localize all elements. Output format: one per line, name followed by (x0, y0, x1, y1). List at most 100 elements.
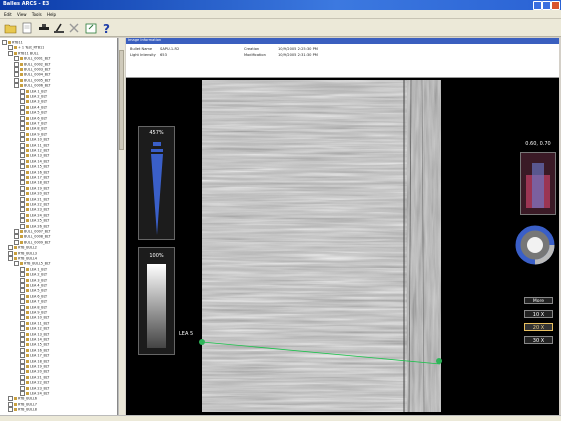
tree-expander-icon[interactable] (20, 369, 25, 375)
tree-expander-icon[interactable] (20, 358, 25, 364)
tree-item[interactable]: LEA 17_BLT (20, 353, 49, 359)
tree-item[interactable]: LEA 2_BLT (20, 94, 47, 99)
tree-item[interactable]: BULL_0009_BLT (14, 239, 50, 245)
tree-expander-icon[interactable] (20, 121, 25, 126)
tree-item[interactable]: LEA 8_BLT (20, 126, 47, 132)
tree-expander-icon[interactable] (20, 293, 25, 299)
tree-item[interactable]: LEA 6_BLT (20, 115, 47, 121)
tree-item[interactable]: LEA 15_BLT (20, 342, 49, 348)
tree-expander-icon[interactable] (8, 50, 13, 56)
range-box[interactable] (520, 152, 556, 215)
tree-expander-icon[interactable] (20, 223, 25, 229)
tree-item[interactable]: LEA 13_BLT (20, 153, 49, 159)
tree-expander-icon[interactable] (20, 347, 25, 353)
tree-item[interactable]: RTB_BULL5_BLT (14, 261, 50, 267)
tree-expander-icon[interactable] (20, 88, 25, 94)
tree-item[interactable]: LEA 3_BLT (20, 99, 47, 105)
tree-expander-icon[interactable] (20, 391, 25, 396)
tree-expander-icon[interactable] (20, 153, 25, 159)
help-icon[interactable]: ? (99, 21, 113, 35)
stamp-icon[interactable] (37, 21, 51, 35)
menu-tools[interactable]: Tools (32, 12, 42, 17)
tree-item[interactable]: RTB_BULL4 (8, 256, 37, 261)
rotation-dial[interactable] (515, 225, 555, 265)
tree-item[interactable]: LEA 24_BLT (20, 391, 49, 396)
tree-item[interactable]: LEA 4_BLT (20, 283, 47, 288)
tree-item[interactable]: LEA 3_BLT (20, 277, 47, 283)
tree-item[interactable]: RTB_BULL6 (8, 396, 37, 402)
tree-scrollbar-thumb[interactable] (119, 50, 124, 150)
tree-item[interactable]: LEA 18_BLT (20, 180, 49, 186)
tree-expander-icon[interactable] (8, 256, 13, 261)
tree-expander-icon[interactable] (20, 158, 25, 164)
tree-item[interactable]: LEA 19_BLT (20, 364, 49, 369)
tree-expander-icon[interactable] (20, 148, 25, 153)
tree-expander-icon[interactable] (20, 191, 25, 197)
tree-expander-icon[interactable] (14, 229, 19, 234)
tree-item[interactable]: LEA 13_BLT (20, 331, 49, 337)
tree-item[interactable]: RTB11 BULL (8, 50, 38, 56)
tree-item[interactable]: LEA 21_BLT (20, 374, 49, 380)
tree-expander-icon[interactable] (20, 196, 25, 202)
tree-item[interactable]: LEA 7_BLT (20, 121, 47, 126)
tree-expander-icon[interactable] (20, 315, 25, 321)
tree-item[interactable]: LEA 15_BLT (20, 164, 49, 170)
tool-icon[interactable] (52, 21, 66, 35)
tree-expander-icon[interactable] (20, 126, 25, 132)
tree-item[interactable]: LEA 21_BLT (20, 196, 49, 202)
tree-item[interactable]: LEA 14_BLT (20, 158, 49, 164)
tree-item[interactable]: BULL_0006_BLT (14, 83, 50, 89)
tree-expander-icon[interactable] (20, 326, 25, 332)
profile-end-marker[interactable] (436, 358, 442, 364)
tree-item[interactable]: RTB_BULL7 (8, 401, 37, 407)
menu-help[interactable]: Help (47, 12, 56, 17)
new-document-icon[interactable] (20, 21, 34, 35)
tree-item[interactable]: LEA 11_BLT (20, 142, 49, 148)
bullet-scan-image[interactable] (202, 80, 441, 412)
tree-expander-icon[interactable] (2, 40, 7, 45)
zoom-20x-button[interactable]: 20 X (524, 323, 553, 331)
tree-expander-icon[interactable] (20, 164, 25, 170)
tree-item[interactable]: BULL_0003_BLT (14, 67, 50, 72)
tree-item[interactable]: LEA 9_BLT (20, 131, 47, 137)
tree-expander-icon[interactable] (20, 212, 25, 218)
tree-expander-icon[interactable] (14, 261, 19, 267)
tree-item[interactable]: LEA 14_BLT (20, 337, 49, 342)
tree-expander-icon[interactable] (14, 72, 19, 78)
tree-item[interactable]: LEA 10_BLT (20, 137, 49, 143)
tree-item[interactable]: LEA 24_BLT (20, 212, 49, 218)
tree-expander-icon[interactable] (20, 110, 25, 116)
tree-item[interactable]: BULL_0002_BLT (14, 61, 50, 67)
tree-item[interactable]: LEA 8_BLT (20, 304, 47, 310)
tree-expander-icon[interactable] (20, 304, 25, 310)
tree-item[interactable]: LEA 5_BLT (20, 110, 47, 116)
tree-expander-icon[interactable] (14, 61, 19, 67)
tree-item[interactable]: LEA 19_BLT (20, 185, 49, 191)
menu-edit[interactable]: Edit (4, 12, 12, 17)
tree-item[interactable]: LEA 11_BLT (20, 320, 49, 326)
tree-item[interactable]: BULL_0004_BLT (14, 72, 50, 78)
tree-item[interactable]: LEA 1_BLT (20, 88, 47, 94)
tree-expander-icon[interactable] (20, 142, 25, 148)
tree-expander-icon[interactable] (14, 239, 19, 245)
tree-item[interactable]: LEA 1_BLT (20, 266, 47, 272)
tree-expander-icon[interactable] (8, 401, 13, 407)
tree-expander-icon[interactable] (8, 45, 13, 51)
tree-expander-icon[interactable] (20, 137, 25, 143)
tree-item[interactable]: LEA 18_BLT (20, 358, 49, 364)
tree-expander-icon[interactable] (20, 94, 25, 99)
menu-view[interactable]: View (17, 12, 27, 17)
tree-item[interactable]: LEA 9_BLT (20, 310, 47, 315)
zoom-wedge-panel[interactable]: 457% (138, 126, 175, 240)
tree-expander-icon[interactable] (8, 250, 13, 256)
tree-item[interactable]: LEA 25_BLT (20, 218, 49, 224)
profile-start-marker[interactable] (199, 339, 205, 345)
tree-expander-icon[interactable] (20, 218, 25, 224)
tree-expander-icon[interactable] (20, 175, 25, 180)
tree-item[interactable]: RTB_BULL3 (8, 250, 37, 256)
tree-expander-icon[interactable] (20, 374, 25, 380)
tree-item[interactable]: LEA 16_BLT (20, 347, 49, 353)
tree-expander-icon[interactable] (20, 99, 25, 105)
tree-item[interactable]: LEA 23_BLT (20, 207, 49, 213)
tree-expander-icon[interactable] (20, 131, 25, 137)
